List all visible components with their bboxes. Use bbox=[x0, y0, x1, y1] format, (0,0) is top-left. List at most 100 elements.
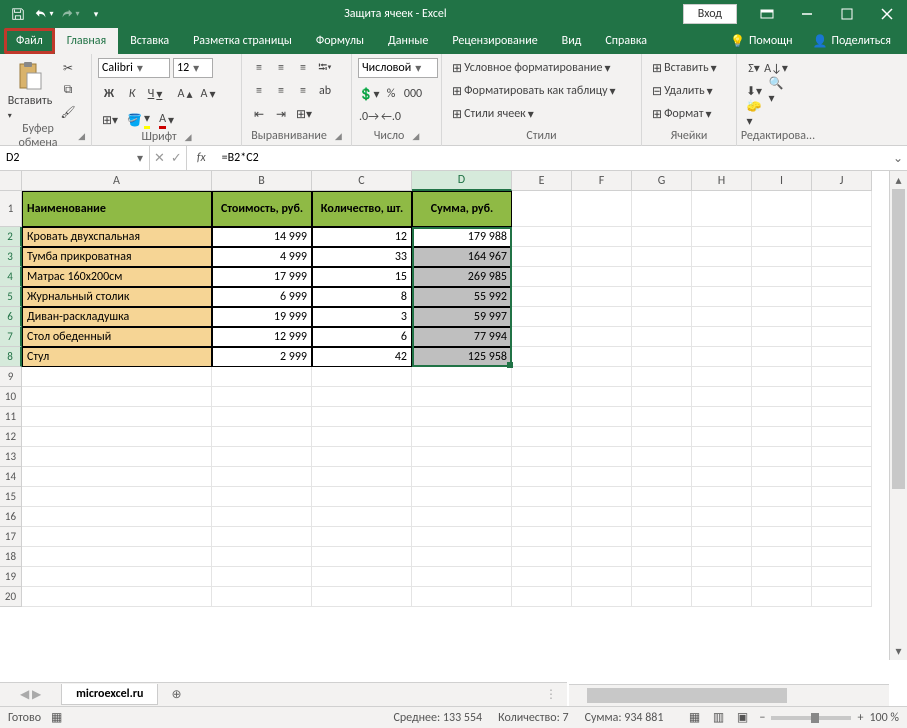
row-header[interactable]: 2 bbox=[0, 227, 22, 247]
fill-color-button[interactable]: 🪣▾ bbox=[123, 110, 154, 130]
launcher-icon[interactable]: ◢ bbox=[335, 131, 342, 142]
insert-cells-button[interactable]: ⊞Вставить ▾ bbox=[648, 58, 730, 78]
col-header[interactable]: D bbox=[412, 171, 512, 191]
align-middle-icon[interactable]: ≡ bbox=[270, 58, 292, 78]
undo-icon[interactable]: ▾ bbox=[32, 2, 56, 26]
tab-home[interactable]: Главная bbox=[55, 28, 118, 54]
chevron-down-icon[interactable]: ▾ bbox=[137, 151, 143, 166]
row-header[interactable]: 18 bbox=[0, 547, 22, 567]
tab-layout[interactable]: Разметка страницы bbox=[181, 28, 304, 54]
normal-view-icon[interactable]: ▦ bbox=[683, 709, 705, 727]
format-table-button[interactable]: ⊞Форматировать как таблицу ▾ bbox=[448, 81, 635, 101]
align-center-icon[interactable]: ≡ bbox=[270, 81, 292, 101]
row-header[interactable]: 3 bbox=[0, 247, 22, 267]
tab-review[interactable]: Рецензирование bbox=[440, 28, 549, 54]
bold-button[interactable]: Ж bbox=[98, 84, 120, 104]
row-header[interactable]: 8 bbox=[0, 347, 22, 367]
clear-icon[interactable]: 🧽▾ bbox=[743, 104, 765, 124]
row-header[interactable]: 5 bbox=[0, 287, 22, 307]
zoom-out-button[interactable]: − bbox=[759, 711, 765, 725]
login-button[interactable]: Вход bbox=[683, 4, 737, 24]
row-header[interactable]: 6 bbox=[0, 307, 22, 327]
accounting-icon[interactable]: 💲▾ bbox=[358, 84, 380, 104]
grow-font-icon[interactable]: A▴ bbox=[174, 84, 196, 104]
macro-record-icon[interactable]: ▦ bbox=[51, 710, 62, 725]
comma-icon[interactable]: 000 bbox=[402, 84, 424, 104]
underline-button[interactable]: Ч▾ bbox=[144, 84, 166, 104]
row-header[interactable]: 17 bbox=[0, 527, 22, 547]
tell-me-button[interactable]: 💡Помощн bbox=[722, 28, 801, 54]
indent-decrease-icon[interactable]: ⇤ bbox=[248, 104, 270, 124]
launcher-icon[interactable]: ◢ bbox=[185, 132, 192, 143]
fill-icon[interactable]: ⬇▾ bbox=[743, 81, 765, 101]
autosum-icon[interactable]: Σ▾ bbox=[743, 58, 765, 78]
name-box-input[interactable] bbox=[6, 151, 137, 165]
tab-data[interactable]: Данные bbox=[376, 28, 440, 54]
col-header[interactable]: A bbox=[22, 171, 212, 191]
col-header[interactable]: I bbox=[752, 171, 812, 191]
launcher-icon[interactable]: ◢ bbox=[78, 131, 85, 142]
sheet-tab[interactable]: microexcel.ru bbox=[61, 684, 158, 705]
percent-icon[interactable]: % bbox=[380, 84, 402, 104]
paste-button[interactable]: Вставить ▾ bbox=[6, 58, 54, 123]
minimize-icon[interactable] bbox=[787, 0, 827, 28]
enter-formula-icon[interactable]: ✓ bbox=[171, 151, 182, 166]
row-header[interactable]: 1 bbox=[0, 191, 22, 227]
qat-customize-icon[interactable]: ▾ bbox=[84, 2, 108, 26]
name-box[interactable]: ▾ bbox=[0, 146, 150, 170]
row-header[interactable]: 12 bbox=[0, 427, 22, 447]
col-header[interactable]: F bbox=[572, 171, 632, 191]
row-header[interactable]: 15 bbox=[0, 487, 22, 507]
find-icon[interactable]: 🔍▾ bbox=[765, 81, 787, 101]
align-right-icon[interactable]: ≡ bbox=[292, 81, 314, 101]
row-header[interactable]: 9 bbox=[0, 367, 22, 387]
launcher-icon[interactable]: ◢ bbox=[412, 131, 419, 142]
col-header[interactable]: H bbox=[692, 171, 752, 191]
tab-file[interactable]: Файл bbox=[4, 28, 55, 54]
decrease-decimal-icon[interactable]: ←.0 bbox=[380, 107, 402, 127]
font-size-combo[interactable]: 12▾ bbox=[173, 58, 213, 78]
cut-icon[interactable]: ✂ bbox=[57, 58, 79, 78]
expand-formula-icon[interactable]: ⌄ bbox=[889, 146, 907, 170]
redo-icon[interactable]: ▾ bbox=[58, 2, 82, 26]
horizontal-scrollbar[interactable] bbox=[569, 684, 889, 706]
row-header[interactable]: 19 bbox=[0, 567, 22, 587]
sort-filter-icon[interactable]: A↓▾ bbox=[765, 58, 787, 78]
align-top-icon[interactable]: ≡ bbox=[248, 58, 270, 78]
zoom-level[interactable]: 100 % bbox=[869, 711, 899, 725]
col-header[interactable]: E bbox=[512, 171, 572, 191]
align-bottom-icon[interactable]: ≡ bbox=[292, 58, 314, 78]
zoom-in-button[interactable]: + bbox=[857, 711, 863, 725]
close-icon[interactable] bbox=[867, 0, 907, 28]
row-header[interactable]: 11 bbox=[0, 407, 22, 427]
italic-button[interactable]: К bbox=[121, 84, 143, 104]
tab-view[interactable]: Вид bbox=[550, 28, 594, 54]
merge-button[interactable]: ⊞▾ bbox=[292, 104, 316, 124]
align-left-icon[interactable]: ≡ bbox=[248, 81, 270, 101]
indent-increase-icon[interactable]: ⇥ bbox=[270, 104, 292, 124]
row-header[interactable]: 10 bbox=[0, 387, 22, 407]
page-break-icon[interactable]: ▣ bbox=[731, 709, 753, 727]
tab-formulas[interactable]: Формулы bbox=[304, 28, 376, 54]
maximize-icon[interactable] bbox=[827, 0, 867, 28]
row-header[interactable]: 16 bbox=[0, 507, 22, 527]
sheet-nav[interactable]: ◀ ▶ bbox=[20, 687, 41, 702]
cell-styles-button[interactable]: ⊞Стили ячеек ▾ bbox=[448, 104, 635, 124]
format-painter-icon[interactable]: 🖌 bbox=[57, 102, 79, 122]
col-header[interactable]: J bbox=[812, 171, 872, 191]
vertical-scrollbar[interactable]: ▴ ▾ bbox=[889, 171, 907, 660]
spreadsheet-grid[interactable]: ABCDEFGHIJ1НаименованиеСтоимость, руб.Ко… bbox=[0, 171, 907, 682]
increase-decimal-icon[interactable]: .0→ bbox=[358, 107, 380, 127]
shrink-font-icon[interactable]: A▾ bbox=[197, 84, 219, 104]
col-header[interactable]: B bbox=[212, 171, 312, 191]
save-icon[interactable] bbox=[6, 2, 30, 26]
font-name-combo[interactable]: Calibri▾ bbox=[98, 58, 170, 78]
share-button[interactable]: 👤Поделиться bbox=[805, 28, 899, 54]
ribbon-options-icon[interactable] bbox=[747, 0, 787, 28]
orientation-icon[interactable]: ⭾▾ bbox=[314, 58, 336, 78]
row-header[interactable]: 4 bbox=[0, 267, 22, 287]
row-header[interactable]: 14 bbox=[0, 467, 22, 487]
wrap-text-icon[interactable]: ab bbox=[314, 81, 336, 101]
cond-format-button[interactable]: ⊞Условное форматирование ▾ bbox=[448, 58, 635, 78]
number-format-combo[interactable]: Числовой▾ bbox=[358, 58, 438, 78]
